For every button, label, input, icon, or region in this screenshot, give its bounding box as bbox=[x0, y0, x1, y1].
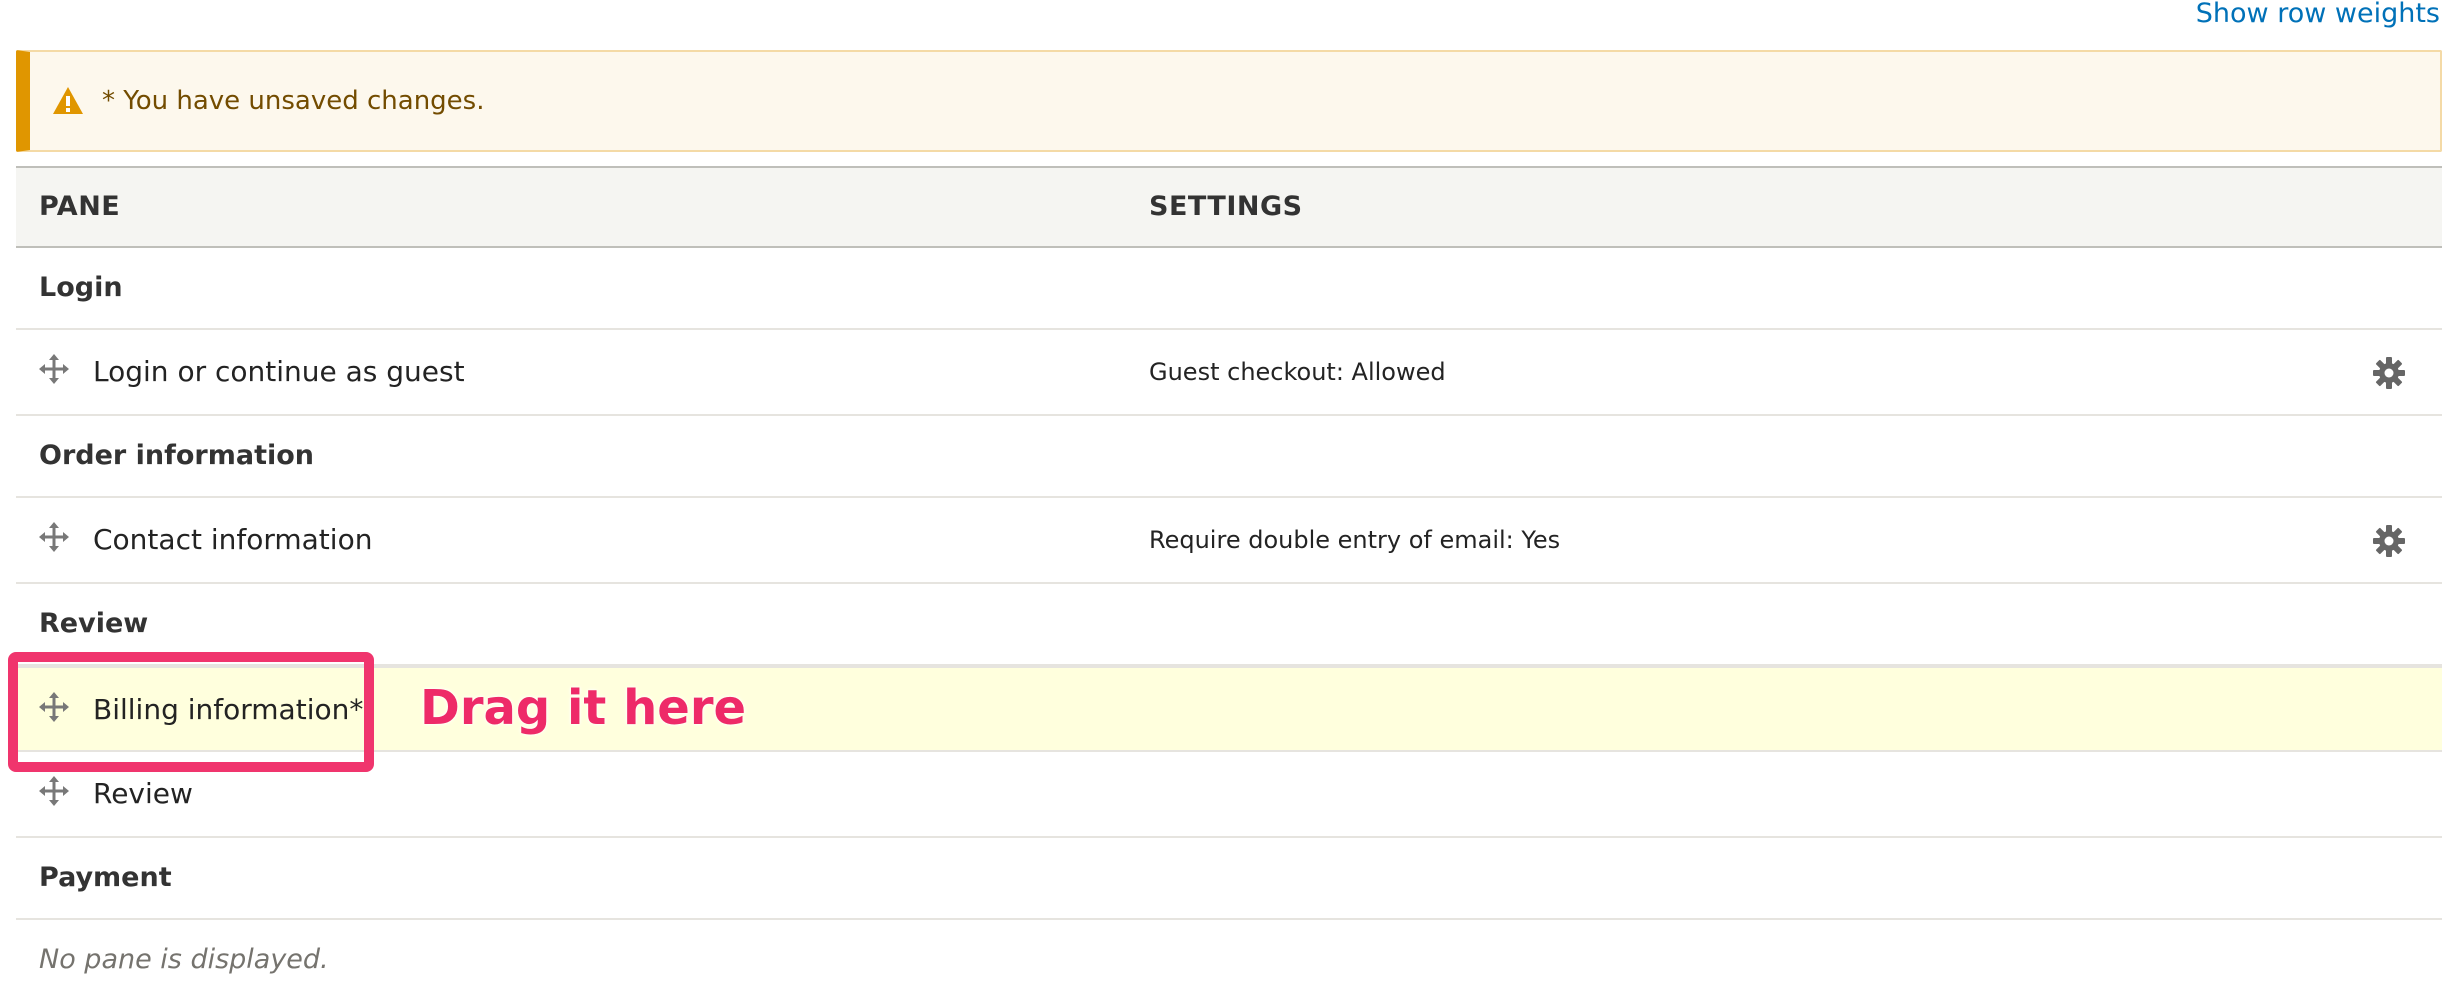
pane-label: Billing information* bbox=[93, 693, 364, 726]
region-label: Order information bbox=[39, 440, 314, 471]
gear-icon[interactable] bbox=[2372, 356, 2406, 390]
checkout-flow-page: Show row weights * You have unsaved chan… bbox=[0, 0, 2454, 996]
region-row-login: Login bbox=[16, 248, 2442, 330]
drag-handle-icon[interactable] bbox=[38, 691, 70, 723]
show-row-weights-link[interactable]: Show row weights bbox=[2196, 0, 2440, 28]
pane-row-contact-information[interactable]: Contact information Require double entry… bbox=[16, 498, 2442, 584]
pane-row-billing-information[interactable]: Billing information* bbox=[16, 666, 2442, 752]
checkout-panes-table: PANE SETTINGS Login Login or continue as… bbox=[16, 166, 2442, 996]
table-header: PANE SETTINGS bbox=[16, 166, 2442, 248]
pane-label: Login or continue as guest bbox=[93, 355, 465, 388]
pane-settings-summary: Guest checkout: Allowed bbox=[1149, 358, 1446, 386]
region-label: Review bbox=[39, 608, 149, 639]
region-empty-row-payment: No pane is displayed. bbox=[16, 920, 2442, 996]
unsaved-changes-text: * You have unsaved changes. bbox=[102, 86, 485, 116]
region-label: Login bbox=[39, 272, 123, 303]
pane-label: Contact information bbox=[93, 523, 373, 556]
drag-handle-icon[interactable] bbox=[38, 521, 70, 553]
region-row-review: Review bbox=[16, 584, 2442, 666]
pane-settings-summary: Require double entry of email: Yes bbox=[1149, 526, 1561, 554]
pane-row-review[interactable]: Review bbox=[16, 752, 2442, 838]
region-empty-message: No pane is displayed. bbox=[39, 944, 329, 975]
unsaved-changes-message: * You have unsaved changes. bbox=[16, 50, 2442, 152]
column-header-settings: SETTINGS bbox=[1149, 191, 1303, 222]
region-row-order-information: Order information bbox=[16, 416, 2442, 498]
annotation-label: Drag it here bbox=[420, 680, 747, 736]
pane-label: Review bbox=[93, 777, 193, 810]
warning-icon bbox=[53, 87, 83, 114]
gear-icon[interactable] bbox=[2372, 524, 2406, 558]
drag-handle-icon[interactable] bbox=[38, 775, 70, 807]
region-row-payment: Payment bbox=[16, 838, 2442, 920]
region-label: Payment bbox=[39, 862, 172, 893]
column-header-pane: PANE bbox=[39, 191, 121, 222]
drag-handle-icon[interactable] bbox=[38, 353, 70, 385]
pane-row-login[interactable]: Login or continue as guest Guest checkou… bbox=[16, 330, 2442, 416]
